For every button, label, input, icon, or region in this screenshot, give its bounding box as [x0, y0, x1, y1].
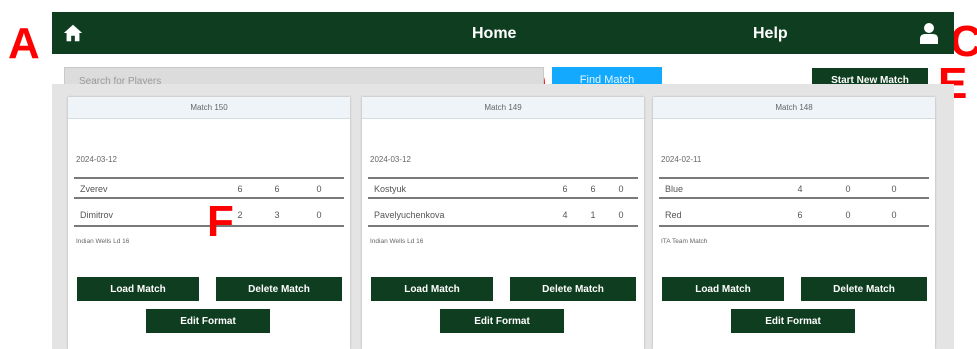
set-score: 0	[845, 184, 851, 194]
page-title: Home	[472, 25, 517, 42]
annotation-label-c: C	[950, 17, 977, 66]
set-score: 0	[618, 210, 624, 220]
set-score: 0	[618, 184, 624, 194]
set-score: 0	[845, 210, 851, 220]
edit-format-button[interactable]: Edit Format	[146, 309, 270, 333]
player-name: Dimitrov	[80, 210, 113, 220]
set-score: 0	[316, 184, 322, 194]
edit-format-button[interactable]: Edit Format	[440, 309, 564, 333]
set-score: 6	[797, 210, 803, 220]
player-row: Pavelyuchenkova 4 1 0	[368, 205, 638, 227]
set-score: 0	[891, 210, 897, 220]
set-score: 0	[891, 184, 897, 194]
help-link[interactable]: Help	[753, 25, 788, 43]
match-card: Match 148 2024-02-11 Blue 4 0 0 Red 6 0 …	[653, 97, 935, 349]
set-score: 6	[237, 184, 243, 194]
player-name: Red	[665, 210, 682, 220]
player-row: Zverev 6 6 0	[74, 177, 344, 199]
player-row: Blue 4 0 0	[659, 177, 929, 199]
match-date: 2024-03-12	[76, 155, 117, 164]
load-match-button[interactable]: Load Match	[662, 277, 784, 301]
match-note: Indian Wells Ld 16	[76, 238, 130, 245]
player-name: Blue	[665, 184, 684, 194]
match-title: Match 148	[653, 97, 935, 119]
user-icon[interactable]	[919, 22, 939, 44]
delete-match-button[interactable]: Delete Match	[510, 277, 636, 301]
set-score: 0	[316, 210, 322, 220]
top-nav-bar: Home Help	[52, 12, 954, 54]
player-name: Pavelyuchenkova	[374, 210, 445, 220]
match-note: ITA Team Match	[661, 238, 708, 245]
set-score: 6	[274, 184, 280, 194]
load-match-button[interactable]: Load Match	[371, 277, 493, 301]
load-match-button[interactable]: Load Match	[77, 277, 199, 301]
match-card: Match 149 2024-03-12 Kostyuk 6 6 0 Pavel…	[362, 97, 644, 349]
player-row: Kostyuk 6 6 0	[368, 177, 638, 199]
match-date: 2024-03-12	[370, 155, 411, 164]
annotation-label-f: F	[207, 197, 234, 246]
edit-format-button[interactable]: Edit Format	[731, 309, 855, 333]
set-score: 1	[590, 210, 596, 220]
player-name: Zverev	[80, 184, 108, 194]
annotation-label-a: A	[8, 19, 40, 68]
delete-match-button[interactable]: Delete Match	[801, 277, 927, 301]
player-name: Kostyuk	[374, 184, 407, 194]
set-score: 6	[590, 184, 596, 194]
delete-match-button[interactable]: Delete Match	[216, 277, 342, 301]
set-score: 6	[562, 184, 568, 194]
match-title: Match 150	[68, 97, 350, 119]
set-score: 4	[797, 184, 803, 194]
match-note: Indian Wells Ld 16	[370, 238, 424, 245]
home-icon[interactable]	[62, 22, 84, 44]
match-date: 2024-02-11	[661, 155, 702, 164]
player-row: Red 6 0 0	[659, 205, 929, 227]
set-score: 3	[274, 210, 280, 220]
match-title: Match 149	[362, 97, 644, 119]
set-score: 2	[237, 210, 243, 220]
set-score: 4	[562, 210, 568, 220]
